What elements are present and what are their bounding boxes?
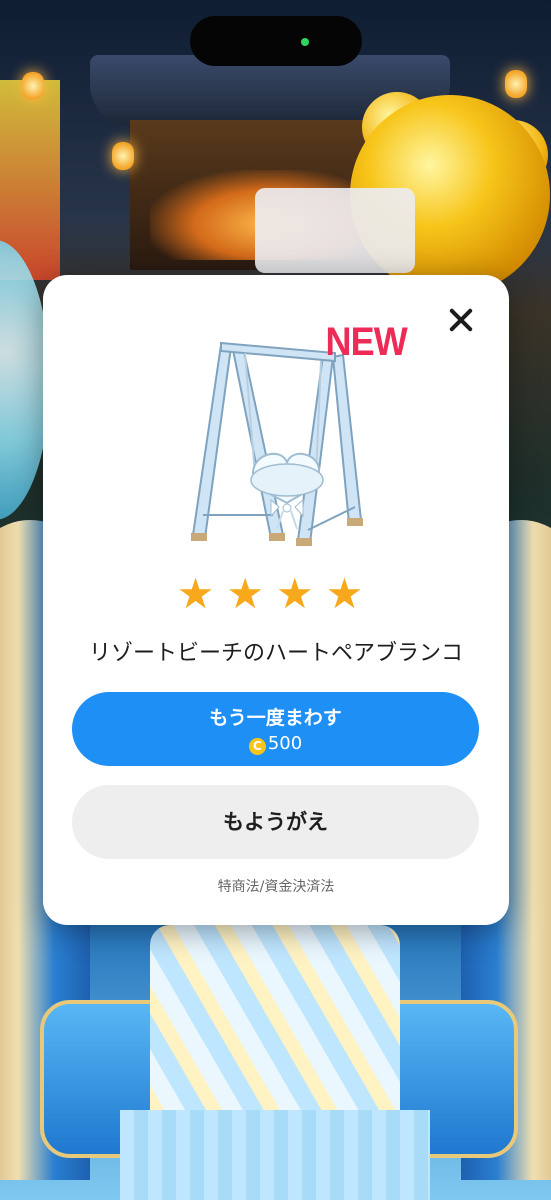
avatar-skirt <box>120 1110 430 1200</box>
rarity-stars: ★★★★ <box>176 569 376 618</box>
lantern <box>22 72 44 100</box>
legal-notice-link[interactable]: 特商法/資金決済法 <box>43 876 509 896</box>
coin-icon: C <box>248 738 266 755</box>
close-icon[interactable] <box>441 301 481 341</box>
change-decor-button[interactable]: もようがえ <box>72 785 479 859</box>
gacha-result-dialog: NEW ★★★★ リゾートビーチのハートペアブランコ もう一度まわす C 500 … <box>43 275 509 925</box>
partial-notification-card <box>255 188 415 273</box>
item-image-heart-swing <box>191 341 363 546</box>
camera-indicator-dot <box>301 38 309 46</box>
spin-cost: C 500 <box>72 733 479 755</box>
item-name: リゾートビーチのハートペアブランコ <box>88 641 463 666</box>
spin-again-button[interactable]: もう一度まわす C 500 <box>72 692 479 766</box>
new-badge: NEW <box>325 320 408 364</box>
spin-cost-value: 500 <box>267 733 303 754</box>
spin-again-label: もう一度まわす <box>209 707 342 729</box>
lantern <box>505 70 527 98</box>
camera-notch <box>190 16 362 66</box>
lantern <box>112 142 134 170</box>
